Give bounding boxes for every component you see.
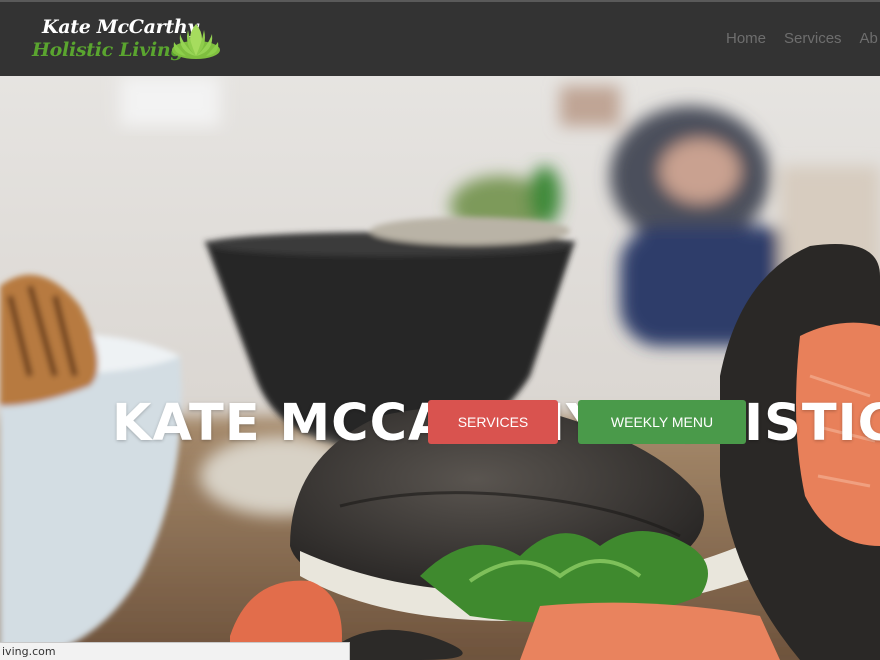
lotus-icon — [172, 24, 220, 59]
weekly-menu-button[interactable]: WEEKLY MENU — [578, 400, 746, 444]
nav-services[interactable]: Services — [784, 30, 842, 47]
main-nav: Home Services Ab — [726, 30, 880, 47]
hero-section: KATE MCCARTHY HOLISTIC SERVICES WEEKLY M… — [0, 76, 880, 660]
navbar: Kate McCarthy Holistic Living Home Servi… — [0, 2, 880, 76]
site-logo[interactable]: Kate McCarthy Holistic Living — [32, 14, 232, 68]
nav-home[interactable]: Home — [726, 30, 766, 47]
nav-about[interactable]: Ab — [860, 30, 878, 47]
logo-subtitle: Holistic Living — [32, 39, 184, 61]
services-button[interactable]: SERVICES — [428, 400, 558, 444]
browser-status-bar: iving.com — [0, 642, 350, 660]
hero-background-image — [0, 76, 880, 660]
